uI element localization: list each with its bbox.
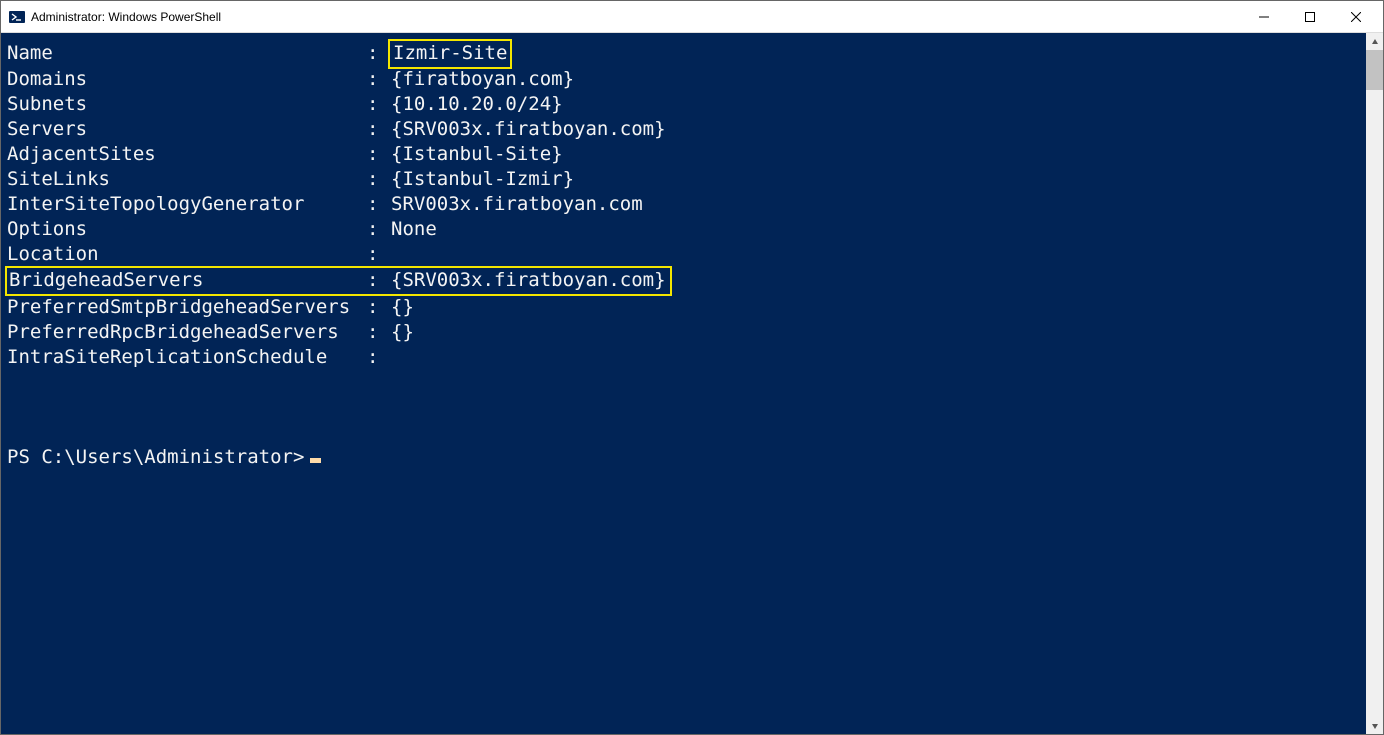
scrollbar-thumb[interactable]: [1366, 50, 1383, 90]
titlebar[interactable]: Administrator: Windows PowerShell: [1, 1, 1383, 33]
output-row: InterSiteTopologyGenerator: SRV003x.fira…: [7, 192, 1366, 217]
output-row: IntraSiteReplicationSchedule:: [7, 345, 1366, 370]
output-row: Subnets: {10.10.20.0/24}: [7, 92, 1366, 117]
powershell-icon: [9, 9, 25, 25]
prompt-line[interactable]: PS C:\Users\Administrator>: [7, 445, 1366, 470]
output-row: Options: None: [7, 217, 1366, 242]
scroll-down-button[interactable]: [1366, 717, 1383, 734]
output-row: BridgeheadServers: {SRV003x.firatboyan.c…: [7, 267, 1366, 295]
output-row: AdjacentSites: {Istanbul-Site}: [7, 142, 1366, 167]
output-row: Location:: [7, 242, 1366, 267]
output-row: Name: Izmir-Site: [7, 41, 1366, 67]
output-row: SiteLinks: {Istanbul-Izmir}: [7, 167, 1366, 192]
maximize-button[interactable]: [1287, 1, 1333, 33]
output-row: PreferredRpcBridgeheadServers: {}: [7, 320, 1366, 345]
vertical-scrollbar[interactable]: [1366, 33, 1383, 734]
minimize-button[interactable]: [1241, 1, 1287, 33]
console-output[interactable]: Name: Izmir-SiteDomains: {firatboyan.com…: [1, 33, 1366, 734]
prompt-text: PS C:\Users\Administrator>: [7, 446, 304, 468]
scroll-up-button[interactable]: [1366, 33, 1383, 50]
window-title: Administrator: Windows PowerShell: [31, 10, 221, 24]
cursor: [310, 458, 321, 463]
output-row: Domains: {firatboyan.com}: [7, 67, 1366, 92]
powershell-window: Administrator: Windows PowerShell Name: …: [0, 0, 1384, 735]
output-row: Servers: {SRV003x.firatboyan.com}: [7, 117, 1366, 142]
output-row: PreferredSmtpBridgeheadServers: {}: [7, 295, 1366, 320]
close-button[interactable]: [1333, 1, 1379, 33]
scrollbar-track[interactable]: [1366, 50, 1383, 717]
